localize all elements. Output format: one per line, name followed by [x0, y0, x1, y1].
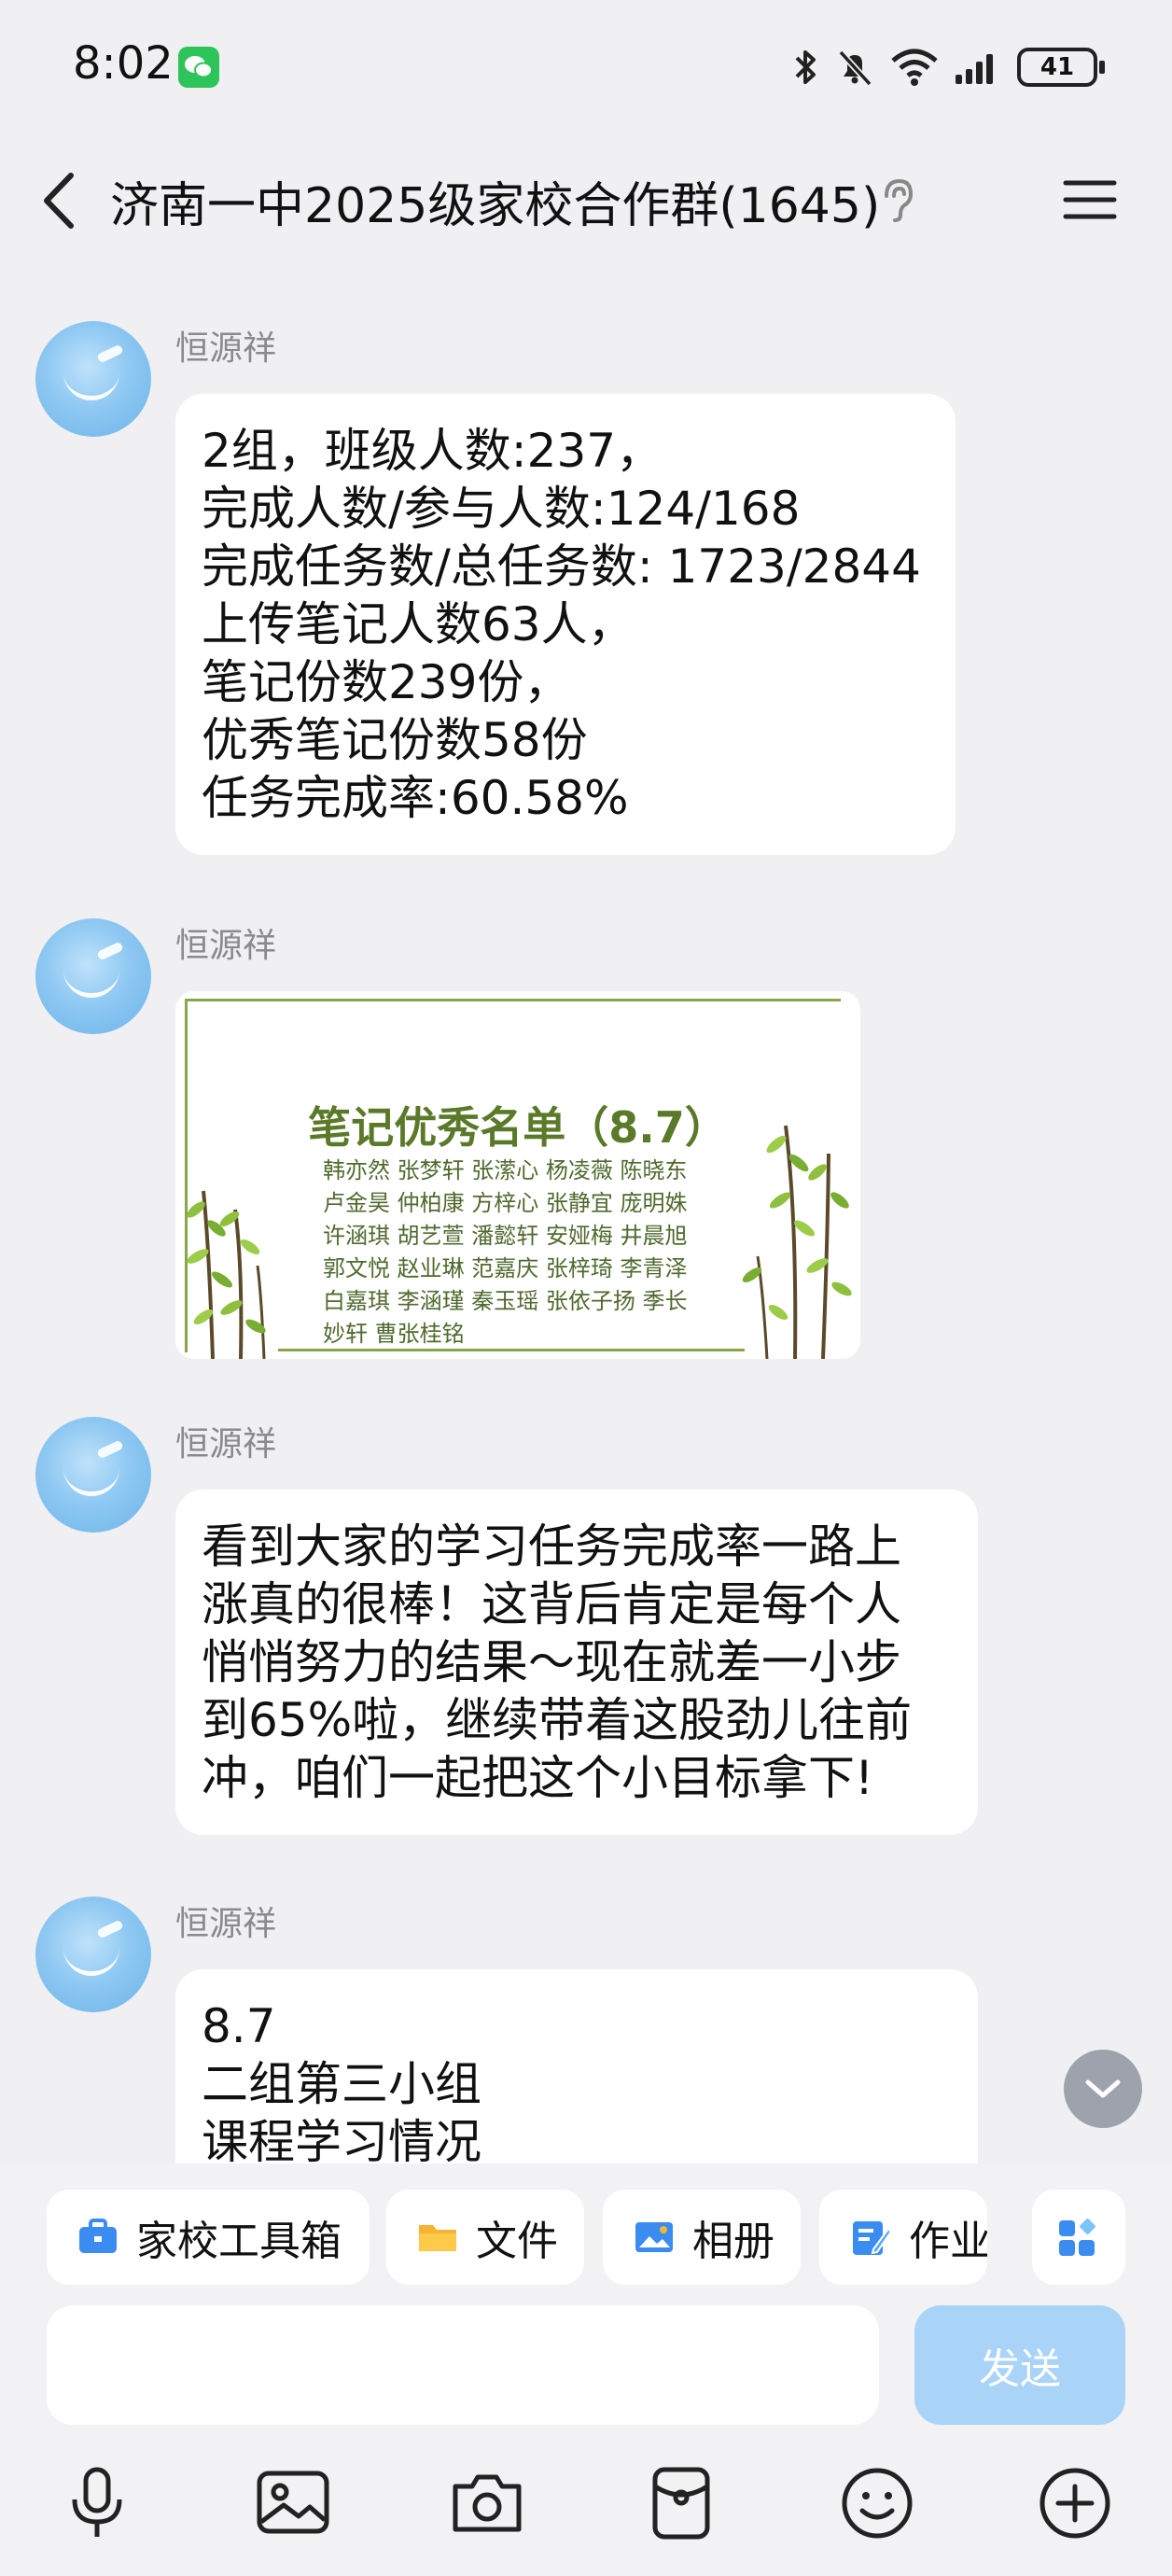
message-line: 2组，班级人数:237，	[202, 424, 663, 478]
message-line: 到65%啦，继续带着这股劲儿往前	[202, 1693, 913, 1747]
wechat-notification-icon	[178, 47, 219, 88]
message: 恒源祥 8.7 二组第三小组 课程学习情况	[0, 1897, 1172, 2163]
folder-icon	[419, 2225, 456, 2251]
chat-header: 济南一中2025级家校合作群(1645)	[0, 140, 1172, 261]
album-icon	[635, 2222, 673, 2252]
message-bubble[interactable]: 看到大家的学习任务完成率一路上 涨真的很棒！这背后肯定是每个人 悄悄努力的结果～…	[175, 1490, 978, 1835]
input-action-bar	[0, 2462, 1172, 2574]
message-line: 二组第三小组	[202, 2057, 481, 2111]
card-title: 笔记优秀名单（8.7）	[308, 1102, 728, 1153]
message-line: 完成任务数/总任务数: 1723/2844	[202, 539, 921, 594]
homework-button[interactable]: 作业	[819, 2190, 987, 2285]
message-line: 涨真的很棒！这背后肯定是每个人	[202, 1577, 901, 1631]
image-icon[interactable]	[252, 2462, 334, 2544]
message-line: 8.7	[202, 1999, 276, 2053]
toolbox-button[interactable]: 家校工具箱	[47, 2190, 370, 2285]
apps-grid-icon	[1059, 2219, 1095, 2256]
scroll-to-bottom-button[interactable]	[1064, 2050, 1142, 2128]
message-line: 优秀笔记份数58份	[202, 713, 588, 767]
name-list-line: 郭文悦 赵业琳 范嘉庆 张梓琦 李青泽	[323, 1255, 688, 1281]
clock: 8:02	[73, 37, 174, 90]
card-divider	[278, 1349, 745, 1351]
plus-icon[interactable]	[1034, 2462, 1116, 2544]
cellular-signal-icon	[956, 54, 993, 84]
name-list-line: 韩亦然 张梦轩 张潆心 杨凌薇 陈晓东	[323, 1157, 688, 1183]
bluetooth-icon	[795, 50, 816, 84]
red-packet-icon[interactable]	[640, 2462, 722, 2544]
avatar[interactable]	[35, 1417, 151, 1533]
message-line: 冲，咱们一起把这个小目标拿下!	[202, 1751, 874, 1805]
honor-name-list: 韩亦然 张梦轩 张潆心 杨凌薇 陈晓东 卢金昊 仲柏康 方梓心 张静宜 庞明姝 …	[323, 1155, 715, 1351]
sender-name: 恒源祥	[175, 927, 277, 965]
message-bubble[interactable]: 8.7 二组第三小组 课程学习情况	[175, 1969, 978, 2163]
menu-icon[interactable]	[1062, 172, 1118, 228]
chat-title: 济南一中2025级家校合作群(1645)	[110, 178, 881, 234]
message-line: 看到大家的学习任务完成率一路上	[202, 1519, 901, 1574]
name-list-line: 白嘉琪 李涵瑾 秦玉瑶 张依子扬 季长	[323, 1288, 688, 1314]
image-message[interactable]: 笔记优秀名单（8.7） 韩亦然 张梦轩 张潆心 杨凌薇 陈晓东 卢金昊 仲柏康 …	[175, 991, 860, 1359]
sender-name: 恒源祥	[175, 1425, 277, 1463]
message-line: 完成人数/参与人数:124/168	[202, 482, 801, 536]
microphone-icon[interactable]	[56, 2462, 138, 2544]
status-icons: 41	[791, 41, 1105, 93]
tool-label: 作业	[909, 2218, 987, 2265]
name-list-line: 许涵琪 胡艺萱 潘懿轩 安娅梅 井晨旭	[323, 1223, 688, 1249]
avatar[interactable]	[35, 321, 151, 437]
status-bar: 8:02 41	[0, 0, 1172, 140]
emoji-icon[interactable]	[836, 2462, 918, 2544]
more-apps-button[interactable]	[1032, 2190, 1125, 2285]
message-line: 笔记份数239份，	[202, 655, 571, 709]
homework-icon	[853, 2221, 892, 2255]
send-button[interactable]: 发送	[914, 2305, 1125, 2425]
message-input[interactable]	[47, 2305, 879, 2425]
message-line: 悄悄努力的结果～现在就差一小步	[202, 1635, 901, 1689]
send-label: 发送	[979, 2345, 1061, 2393]
name-list-line: 卢金昊 仲柏康 方梓心 张静宜 庞明姝	[323, 1190, 688, 1216]
wifi-icon	[891, 49, 938, 86]
toolbox-icon	[79, 2219, 117, 2253]
album-button[interactable]: 相册	[603, 2190, 801, 2285]
tool-label: 文件	[476, 2218, 558, 2265]
file-button[interactable]: 文件	[386, 2190, 584, 2285]
input-panel: 家校工具箱 文件 相册 作业 发送	[0, 2163, 1172, 2576]
avatar[interactable]	[35, 1897, 151, 2012]
back-arrow-icon[interactable]	[37, 168, 84, 233]
tool-label: 相册	[692, 2218, 774, 2265]
sender-name: 恒源祥	[175, 329, 277, 368]
camera-icon[interactable]	[446, 2462, 528, 2544]
avatar[interactable]	[35, 918, 151, 1034]
message-line: 上传笔记人数63人，	[202, 597, 635, 651]
message-line: 任务完成率:60.58%	[202, 771, 629, 825]
mute-bell-icon	[838, 49, 872, 87]
sender-name: 恒源祥	[175, 1905, 277, 1943]
tool-shortcuts: 家校工具箱 文件 相册 作业	[0, 2190, 1172, 2287]
earpiece-mode-icon[interactable]	[877, 175, 918, 226]
name-list-line: 妙轩 曹张桂铭	[323, 1321, 465, 1347]
battery-level: 41	[1039, 53, 1075, 81]
tool-label: 家校工具箱	[136, 2218, 342, 2265]
message-bubble[interactable]: 2组，班级人数:237， 完成人数/参与人数:124/168 完成任务数/总任务…	[175, 394, 956, 855]
battery-icon: 41	[1017, 48, 1105, 87]
message-line: 课程学习情况	[202, 2115, 481, 2163]
chevron-down-icon	[1085, 2079, 1121, 2098]
